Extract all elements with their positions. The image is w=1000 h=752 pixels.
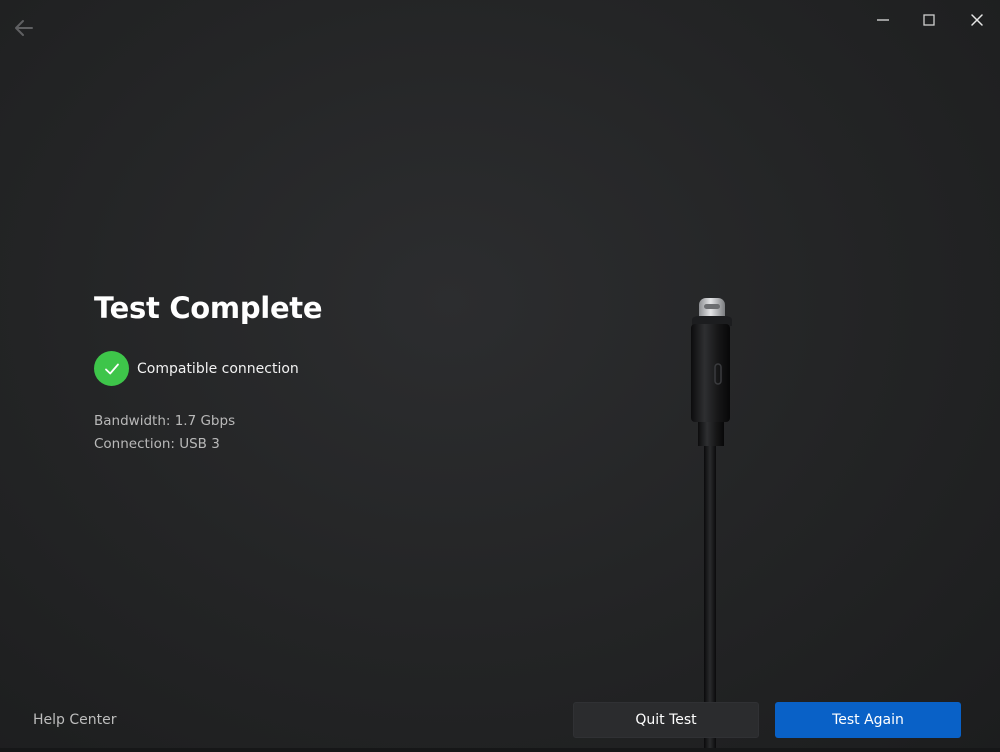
bandwidth-value: Bandwidth: 1.7 Gbps (94, 413, 236, 429)
window-bottom-edge (0, 748, 1000, 752)
connection-type-value: Connection: USB 3 (94, 436, 220, 452)
minimize-button[interactable] (868, 8, 898, 32)
checkmark-icon (104, 363, 119, 374)
quit-test-button[interactable]: Quit Test (573, 702, 759, 738)
close-button[interactable] (962, 8, 992, 32)
usb-c-cable-illustration (691, 298, 732, 752)
connection-status: Compatible connection (94, 351, 299, 386)
connector-body (691, 324, 730, 422)
help-center-link[interactable]: Help Center (33, 712, 117, 728)
test-again-button[interactable]: Test Again (775, 702, 961, 738)
arrow-left-icon (15, 20, 33, 36)
page-title: Test Complete (94, 291, 323, 325)
status-text: Compatible connection (137, 360, 299, 377)
back-button[interactable] (10, 14, 38, 42)
close-icon (971, 14, 983, 26)
minimize-icon (877, 19, 889, 21)
app-window: Test Complete Compatible connection Band… (0, 0, 1000, 752)
strain-relief (698, 422, 724, 446)
maximize-icon (923, 14, 935, 26)
maximize-button[interactable] (914, 8, 944, 32)
status-badge (94, 351, 129, 386)
